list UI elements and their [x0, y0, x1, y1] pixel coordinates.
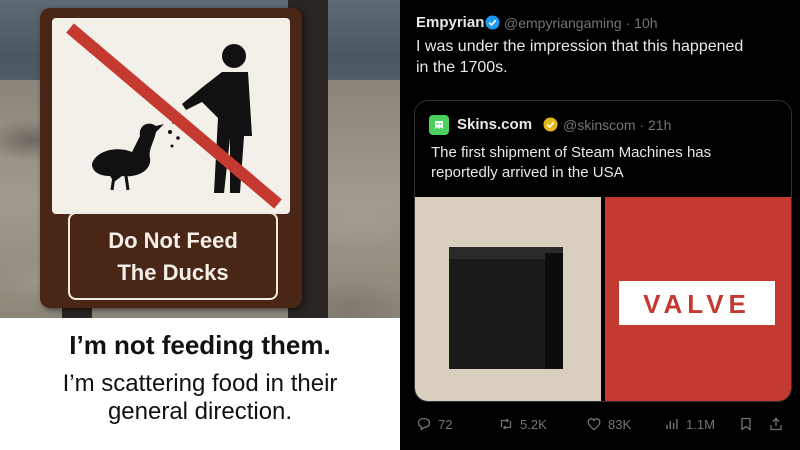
bookmark-button[interactable] — [738, 416, 754, 432]
tweet-body-text: I was under the impression that this hap… — [416, 36, 786, 78]
tweet-body-line-1: I was under the impression that this hap… — [416, 38, 744, 55]
tweet-panel: Empyrian @empyriangaming · 10h I was und… — [400, 0, 800, 450]
meme-caption-bold: I’m not feeding them. — [69, 330, 331, 360]
quote-author-handle[interactable]: @skinscom · 21h — [563, 117, 671, 133]
tweet-timestamp[interactable]: · 10h — [626, 15, 658, 31]
like-count: 83K — [608, 416, 632, 432]
tweet-action-bar: 72 5.2K 83K 1.1M — [416, 416, 790, 436]
views-count: 1.1M — [686, 416, 715, 432]
quote-handle-text[interactable]: @skinscom — [563, 117, 636, 133]
reply-count: 72 — [438, 416, 453, 432]
cube-front-face — [449, 259, 545, 369]
valve-logo-text: VALVE — [643, 289, 751, 319]
views-chart-icon — [666, 419, 678, 429]
meme-caption-text: I’m scattering food in their general dir… — [0, 370, 400, 426]
reply-icon — [417, 417, 431, 431]
meme-caption-line-1: I’m scattering food in their — [62, 370, 338, 397]
quote-body-text: The first shipment of Steam Machines has… — [431, 143, 781, 183]
verified-gold-badge-icon — [543, 117, 558, 132]
views-button[interactable]: 1.1M — [664, 416, 715, 432]
steam-machine-image[interactable] — [415, 197, 601, 401]
quote-timestamp[interactable]: · 21h — [639, 117, 671, 133]
bookmark-icon — [741, 417, 751, 431]
sign-text-line-2: The Ducks — [117, 260, 229, 285]
tweet-body-line-2: in the 1700s. — [416, 59, 508, 76]
skins-avatar-icon — [429, 115, 449, 135]
reply-button[interactable]: 72 — [416, 416, 452, 432]
sign-text-frame: Do Not Feed The Ducks — [68, 212, 278, 300]
verified-badge-icon — [485, 15, 500, 30]
no-feeding-icon — [66, 23, 282, 209]
do-not-feed-sign: Do Not Feed The Ducks — [40, 8, 302, 308]
meme-caption-line-2: general direction. — [107, 398, 293, 425]
quote-author-name[interactable]: Skins.com — [457, 116, 532, 133]
quoted-tweet-card[interactable]: Skins.com @skinscom · 21h The first ship… — [414, 100, 792, 402]
like-button[interactable]: 83K — [586, 416, 631, 432]
share-button[interactable] — [768, 416, 784, 432]
valve-logo-image[interactable]: VALVE — [605, 197, 791, 401]
retweet-icon — [500, 418, 512, 430]
valve-logo-box: VALVE — [619, 281, 775, 325]
tweet-author-handle[interactable]: @empyriangaming · 10h — [504, 15, 658, 31]
retweet-count: 5.2K — [520, 416, 547, 432]
tweet-author-name[interactable]: Empyrian — [416, 14, 484, 31]
meme-image-panel: Do Not Feed The Ducks I’m not feeding th… — [0, 0, 400, 450]
sign-text-line-1: Do Not Feed — [108, 228, 238, 253]
heart-icon — [587, 418, 601, 431]
share-icon — [770, 417, 782, 431]
retweet-button[interactable]: 5.2K — [498, 416, 547, 432]
quote-body-line-1: The first shipment of Steam Machines has — [431, 144, 712, 161]
tweet-handle-text[interactable]: @empyriangaming — [504, 15, 622, 31]
quote-body-line-2: reportedly arrived in the USA — [431, 164, 624, 181]
cube-side-face — [545, 253, 563, 369]
sign-pictogram-area — [52, 18, 290, 214]
